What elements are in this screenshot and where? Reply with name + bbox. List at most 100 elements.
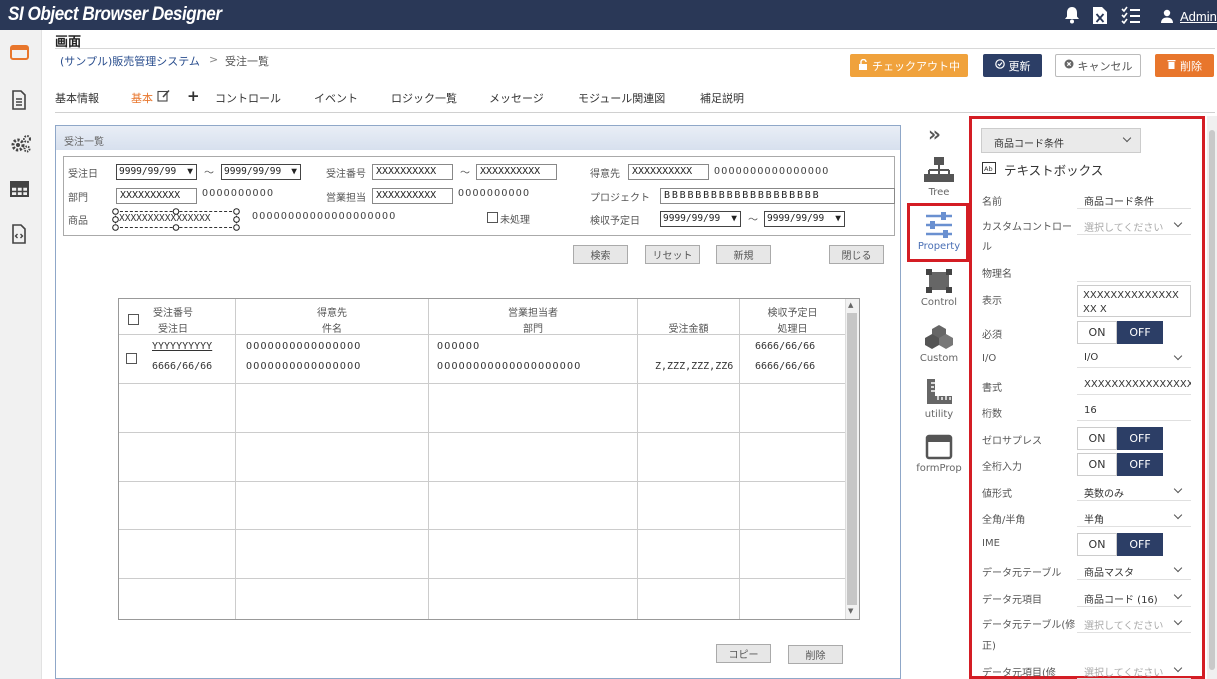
prop-zero-suppress-toggle[interactable]: ON OFF [1077,427,1163,450]
add-tab-button[interactable]: + [187,87,200,105]
cancel-label: キャンセル [1077,59,1133,73]
window-icon [910,434,968,463]
user-icon[interactable] [1160,9,1174,27]
tab-basic-info[interactable]: 基本情報 [55,90,99,106]
tool-control[interactable]: Control [910,268,968,308]
ruler-icon [910,378,968,409]
prop-width-type-label: 全角/半角 [982,515,1026,526]
control-type-label: テキストボックス [1004,163,1104,178]
grid-delete-button[interactable]: 削除 [788,645,843,664]
tab-basic[interactable]: 基本 [131,90,153,106]
screen-icon[interactable] [10,44,30,64]
prop-display-textarea[interactable]: XXXXXXXXXXXXXXXX X [1077,285,1191,317]
prop-required-toggle[interactable]: ON OFF [1077,321,1163,344]
prop-ime-toggle[interactable]: ON OFF [1077,533,1163,556]
checkout-button[interactable]: チェックアウト中 [850,54,968,77]
new-button[interactable]: 新規 [716,245,771,264]
tool-custom[interactable]: Custom [910,324,968,364]
prop-source-field-mod-select[interactable]: 選択してください [1077,659,1191,679]
sales-name: OOOOOOOOOO [458,188,531,199]
row-subject: OOOOOOOOOOOOOOOO [246,361,362,372]
unprocessed-label: 未処理 [500,215,530,226]
divider [55,48,1215,49]
dept-code-input[interactable]: XXXXXXXXXX [116,188,197,204]
cancel-button[interactable]: キャンセル [1055,54,1141,77]
scroll-up-icon[interactable]: ▲ [848,301,853,309]
grid-col-divider [235,299,236,619]
grid-scroll-thumb[interactable] [847,313,857,605]
trash-icon [1167,59,1176,72]
search-button[interactable]: 検索 [573,245,628,264]
control-selector[interactable]: 商品コード条件 [981,128,1141,153]
table-icon[interactable] [10,180,30,200]
tool-property[interactable]: Property [910,212,968,252]
tilde-label: 〜 [748,215,758,226]
update-button[interactable]: 更新 [983,54,1042,77]
svg-text:Ab: Ab [984,165,993,173]
reset-button[interactable]: リセット [645,245,700,264]
order-no-from[interactable]: XXXXXXXXXX [372,164,453,180]
order-date-from[interactable]: 9999/99/99 ▼ [116,164,197,180]
prop-name-input[interactable]: 商品コード条件 [1077,188,1191,209]
unprocessed-checkbox[interactable] [487,212,498,223]
tool-utility[interactable]: utility [910,378,968,420]
tab-module-diagram[interactable]: モジュール関連図 [578,90,665,106]
row-checkbox[interactable] [126,353,137,364]
prop-source-field-select[interactable]: 商品コード (16) [1077,586,1191,607]
prop-physical-name-input[interactable] [1077,261,1191,282]
prop-value-format-select[interactable]: 英数のみ [1077,480,1191,501]
select-all-checkbox[interactable] [128,314,139,325]
scroll-down-icon[interactable]: ▼ [848,607,853,615]
document-icon[interactable] [10,90,30,110]
delete-button[interactable]: 削除 [1155,54,1214,77]
prop-source-table-select[interactable]: 商品マスタ [1077,559,1191,580]
page-scroll-thumb[interactable] [1209,130,1215,670]
breadcrumb-root[interactable]: (サンプル)販売管理システム [60,53,200,69]
order-grid[interactable] [118,298,860,620]
prop-io-label: I/O [982,353,997,364]
edit-icon[interactable] [157,89,170,105]
tab-messages[interactable]: メッセージ [489,90,544,106]
prop-width-type-select[interactable]: 半角 [1077,506,1191,527]
tool-formprop-label: formProp [916,463,962,474]
prop-source-table-label: データ元テーブル [982,568,1062,579]
tool-tree[interactable]: Tree [910,156,968,198]
prop-value-format-label: 値形式 [982,489,1012,500]
due-date-from[interactable]: 9999/99/99 ▼ [660,211,741,227]
excel-icon[interactable] [1092,6,1108,29]
due-date-label: 検収予定日 [590,216,640,227]
prop-full-digits-toggle[interactable]: ON OFF [1077,453,1163,476]
tab-logic-list[interactable]: ロジック一覧 [391,90,457,106]
due-date-to[interactable]: 9999/99/99 ▼ [764,211,845,227]
sales-code-input[interactable]: XXXXXXXXXX [372,188,453,204]
project-input[interactable]: BBBBBBBBBBBBBBBBBBBB [660,188,895,204]
col-header-order-no: 受注番号 [153,308,193,319]
prop-digits-input[interactable]: 16 [1077,400,1191,421]
close-button[interactable]: 閉じる [829,245,884,264]
delete-label: 削除 [1180,59,1202,73]
prop-custom-control-select[interactable]: 選択してください [1077,214,1191,235]
code-file-icon[interactable] [10,224,30,244]
prop-source-table-mod-select[interactable]: 選択してください [1077,612,1191,633]
tab-events[interactable]: イベント [314,90,358,106]
user-menu[interactable]: Admin [1180,9,1217,24]
row-order-no[interactable]: YYYYYYYYYY [152,341,212,352]
tab-controls[interactable]: コントロール [215,90,281,106]
tree-icon [910,156,968,187]
prop-format-input[interactable]: XXXXXXXXXXXXXXXX [1077,374,1191,395]
order-no-to[interactable]: XXXXXXXXXX [476,164,557,180]
bell-icon[interactable] [1064,6,1080,28]
prop-io-select[interactable]: I/O [1077,347,1191,368]
tab-notes[interactable]: 補足説明 [700,90,744,106]
copy-button[interactable]: コピー [716,644,771,663]
gears-icon[interactable] [10,134,31,154]
selection-handles[interactable] [112,208,240,231]
tool-tree-label: Tree [928,187,950,198]
grid-row-divider [119,529,845,530]
order-date-to[interactable]: 9999/99/99 ▼ [221,164,301,180]
checklist-icon[interactable] [1121,6,1141,28]
collapse-icon[interactable]: » [928,122,941,146]
project-label: プロジェクト [590,193,650,204]
tool-formprop[interactable]: formProp [910,434,968,474]
customer-code-input[interactable]: XXXXXXXXXX [628,164,709,180]
